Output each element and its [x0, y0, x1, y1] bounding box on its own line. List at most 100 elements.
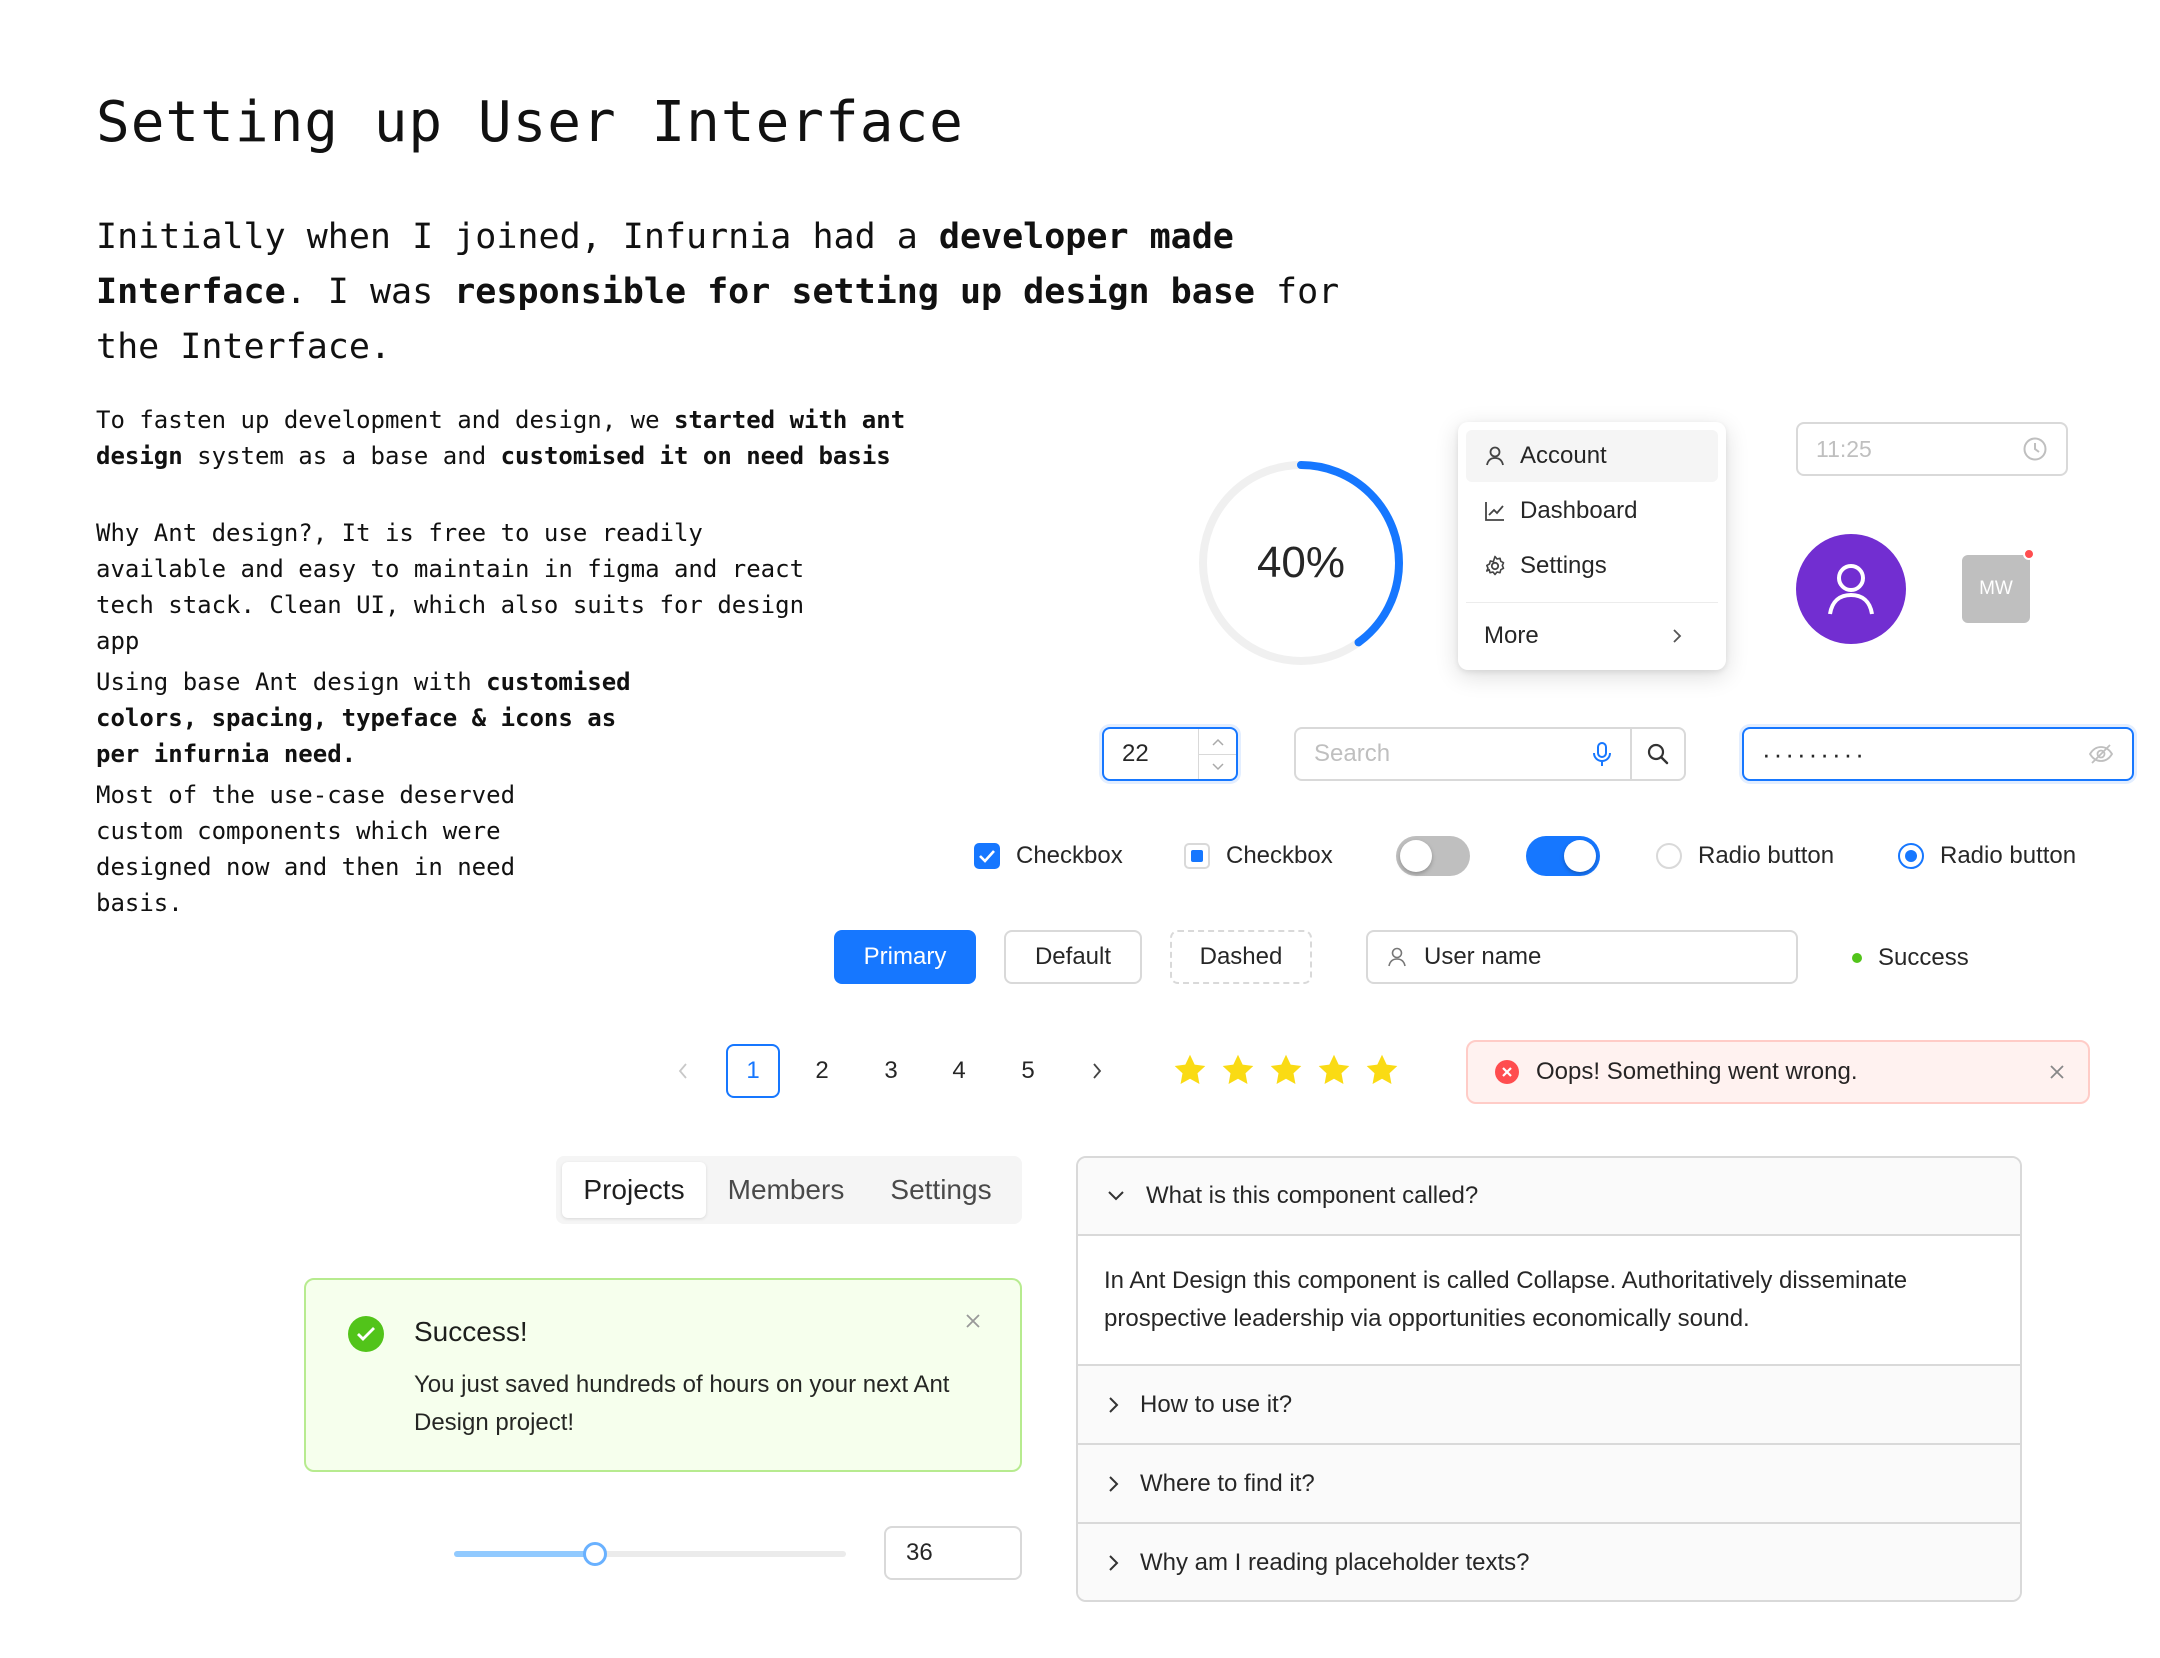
pagination-page[interactable]: 3	[864, 1044, 918, 1098]
radio-circle	[1898, 843, 1924, 869]
paragraph-text: Using base Ant design with	[96, 668, 487, 696]
search-placeholder: Search	[1314, 740, 1391, 767]
pagination-page[interactable]: 1	[726, 1044, 780, 1098]
slider-value-input[interactable]: 36	[884, 1526, 1022, 1580]
page-title: Setting up User Interface	[96, 90, 964, 155]
password-value: ·········	[1762, 738, 1867, 769]
collapse-header[interactable]: Where to find it?	[1078, 1445, 2020, 1524]
clock-icon	[2023, 437, 2047, 461]
segment-settings[interactable]: Settings	[866, 1162, 1016, 1218]
increment-button[interactable]	[1199, 729, 1236, 754]
paragraph-text: To fasten up development and design, we	[96, 406, 674, 434]
user-icon	[1828, 564, 1874, 615]
collapse-header-label: What is this component called?	[1146, 1182, 1479, 1209]
close-circle-icon	[1495, 1060, 1519, 1084]
progress-label: 40%	[1256, 538, 1346, 587]
switch-on[interactable]	[1526, 836, 1600, 876]
username-input[interactable]: User name	[1366, 930, 1798, 984]
collapse-header[interactable]: What is this component called?	[1078, 1158, 2020, 1236]
username-placeholder: User name	[1424, 943, 1542, 970]
collapse-header[interactable]: Why am I reading placeholder texts?	[1078, 1524, 2020, 1600]
gear-icon	[1486, 555, 1505, 576]
segment-members[interactable]: Members	[706, 1162, 866, 1218]
check-icon	[979, 850, 995, 863]
number-input-value: 22	[1122, 740, 1149, 767]
slider-handle[interactable]	[583, 1542, 608, 1566]
chevron-up-icon	[1211, 738, 1224, 746]
pagination-page[interactable]: 5	[1001, 1044, 1055, 1098]
pagination-page[interactable]: 4	[932, 1044, 986, 1098]
star-icon[interactable]	[1364, 1052, 1400, 1088]
decrement-button[interactable]	[1199, 754, 1236, 779]
menu-item-label: Account	[1520, 442, 1607, 469]
chevron-right-icon	[1109, 1475, 1119, 1492]
search-input[interactable]: Search	[1296, 729, 1630, 779]
default-button[interactable]: Default	[1004, 930, 1142, 984]
radio-label: Radio button	[1698, 842, 1835, 869]
star-icon[interactable]	[1172, 1052, 1208, 1088]
time-picker-placeholder: 11:25	[1816, 435, 1872, 462]
microphone-icon[interactable]	[1592, 741, 1612, 767]
intro-text: Initially when I joined, Infurnia had a …	[96, 210, 1356, 375]
intro-text-part: . I was	[285, 272, 455, 312]
intro-bold-part: responsible for setting up design base	[454, 272, 1255, 312]
eye-invisible-icon[interactable]	[2088, 743, 2114, 765]
user-icon	[1388, 947, 1406, 967]
intro-text-part: Initially when I joined, Infurnia had a	[96, 217, 939, 257]
slider-track	[454, 1551, 596, 1557]
chevron-right-icon	[1093, 1063, 1102, 1079]
menu-item-dashboard[interactable]: Dashboard	[1466, 485, 1718, 537]
pagination-prev[interactable]	[656, 1044, 710, 1098]
radio-checked[interactable]: Radio button	[1898, 836, 2076, 876]
password-input[interactable]: ·········	[1742, 727, 2134, 781]
number-input-handle	[1198, 729, 1236, 779]
time-picker[interactable]: 11:25	[1796, 422, 2068, 476]
paragraph-bold: customised it on need basis	[500, 442, 891, 470]
segmented-control: Projects Members Settings	[556, 1156, 1022, 1224]
status-dot	[1852, 953, 1862, 963]
dropdown-menu: Account Dashboard Settings More	[1458, 422, 1726, 670]
close-icon[interactable]	[964, 1312, 982, 1330]
primary-button[interactable]: Primary	[834, 930, 976, 984]
checkbox-checked[interactable]: Checkbox	[974, 836, 1123, 876]
radio-dot	[1905, 850, 1917, 862]
menu-item-more[interactable]: More	[1466, 610, 1718, 662]
checkbox-indeterminate[interactable]: Checkbox	[1184, 836, 1333, 876]
checkbox-box	[974, 843, 1000, 869]
avatar-initials[interactable]: MW	[1962, 555, 2030, 623]
switch-knob	[1400, 840, 1432, 872]
search-icon	[1647, 743, 1669, 765]
checkbox-label: Checkbox	[1226, 842, 1333, 869]
collapse-header-label: Where to find it?	[1140, 1469, 1315, 1497]
menu-item-account[interactable]: Account	[1466, 430, 1718, 482]
segment-projects[interactable]: Projects	[562, 1162, 706, 1218]
menu-divider	[1466, 602, 1718, 603]
chevron-down-icon	[1108, 1191, 1124, 1201]
chevron-left-icon	[678, 1063, 687, 1079]
success-alert-title: Success!	[414, 1316, 528, 1347]
radio-unchecked[interactable]: Radio button	[1656, 836, 1834, 876]
dashed-button[interactable]: Dashed	[1170, 930, 1312, 984]
search-button[interactable]	[1630, 729, 1684, 779]
indeterminate-mark	[1191, 850, 1203, 862]
radio-label: Radio button	[1940, 842, 2077, 869]
pagination-next[interactable]	[1070, 1044, 1124, 1098]
star-icon[interactable]	[1268, 1052, 1304, 1088]
close-icon[interactable]	[2048, 1063, 2066, 1081]
chart-line-icon	[1485, 502, 1504, 521]
number-input[interactable]: 22	[1102, 727, 1238, 781]
collapse-panel-group: What is this component called? In Ant De…	[1076, 1156, 2022, 1602]
star-icon[interactable]	[1220, 1052, 1256, 1088]
error-alert: Oops! Something went wrong.	[1466, 1040, 2090, 1104]
menu-item-label: More	[1484, 622, 1539, 649]
collapse-header[interactable]: How to use it?	[1078, 1366, 2020, 1445]
status-label: Success	[1878, 944, 1969, 971]
checkbox-box	[1184, 843, 1210, 869]
paragraph-text: system as a base and	[182, 442, 501, 470]
avatar-icon-user[interactable]	[1796, 534, 1906, 644]
star-icon[interactable]	[1316, 1052, 1352, 1088]
switch-off[interactable]	[1396, 836, 1470, 876]
menu-item-settings[interactable]: Settings	[1466, 540, 1718, 592]
paragraph-customised: Using base Ant design with customised co…	[96, 664, 656, 772]
pagination-page[interactable]: 2	[795, 1044, 849, 1098]
